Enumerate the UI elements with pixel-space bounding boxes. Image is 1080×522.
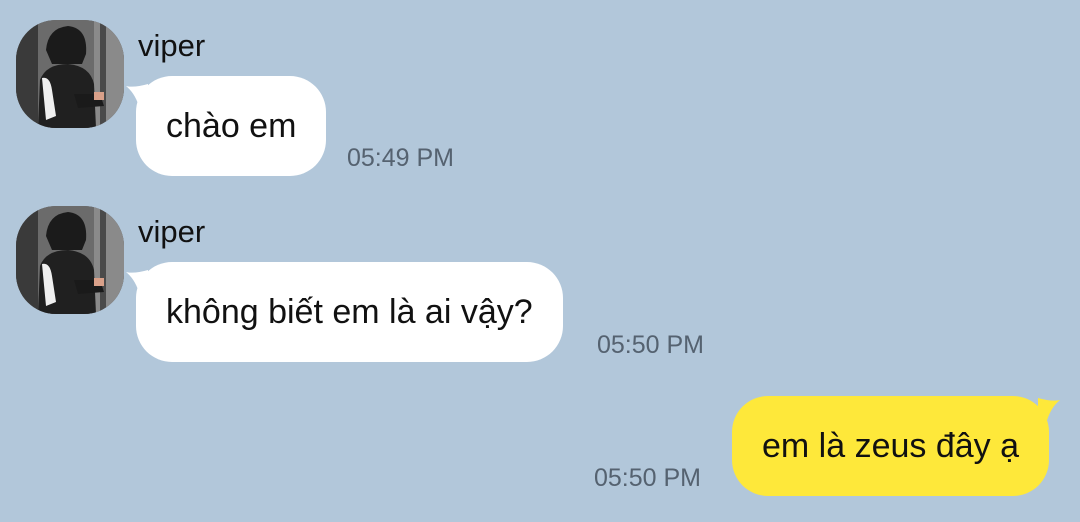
message-text: chào em — [166, 107, 297, 145]
message-timestamp: 05:50 PM — [594, 464, 702, 492]
sender-name: viper — [138, 28, 206, 63]
message-timestamp: 05:49 PM — [347, 144, 455, 172]
message-text: không biết em là ai vậy? — [166, 293, 533, 331]
bubble-tail — [1038, 398, 1060, 424]
chat-thread[interactable]: viper chào em 05:49 PM viper không biết … — [0, 0, 1080, 522]
message-bubble[interactable]: không biết em là ai vậy? — [136, 262, 563, 362]
profile-photo-hooded-person-icon — [16, 206, 124, 314]
message-bubble[interactable]: chào em — [136, 76, 327, 176]
sender-name: viper — [138, 214, 206, 249]
message-bubble[interactable]: em là zeus đây ạ — [732, 396, 1050, 496]
sender-avatar[interactable] — [16, 206, 124, 314]
message-timestamp: 05:50 PM — [597, 331, 705, 359]
message-text: em là zeus đây ạ — [762, 427, 1020, 465]
sender-avatar[interactable] — [16, 20, 124, 128]
profile-photo-hooded-person-icon — [16, 20, 124, 128]
